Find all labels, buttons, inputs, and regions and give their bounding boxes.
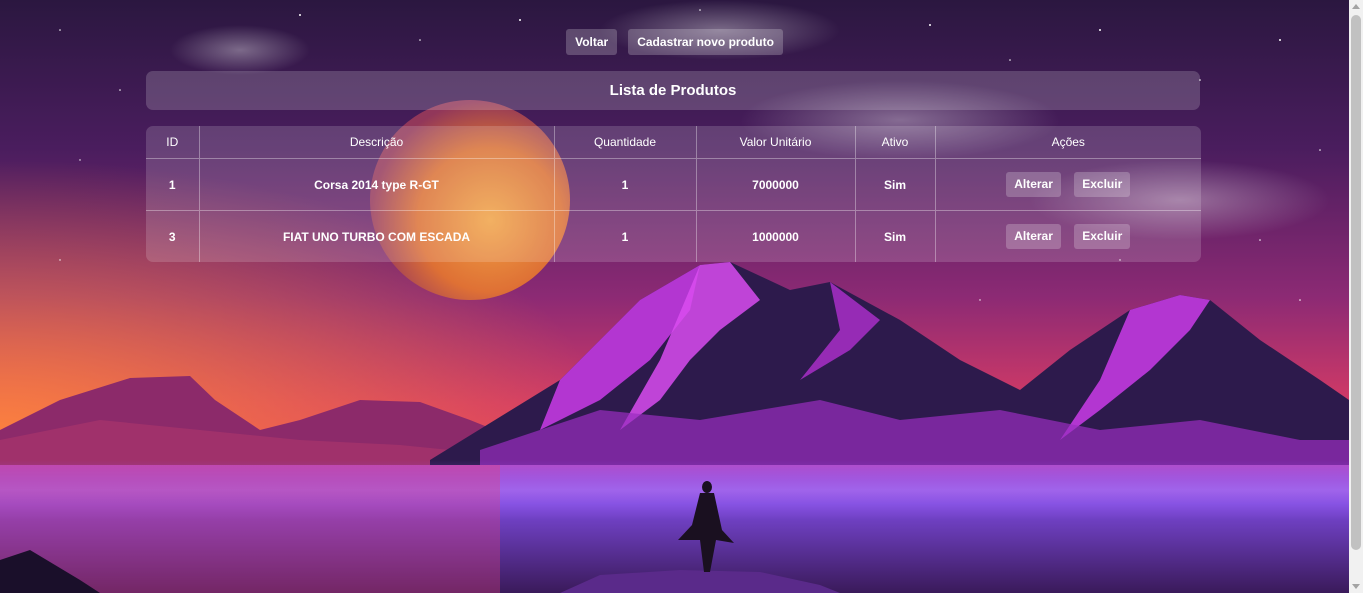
scrollbar-thumb[interactable] [1351,15,1361,550]
top-actions: Voltar Cadastrar novo produto [0,29,1349,55]
table-row: 1 Corsa 2014 type R-GT 1 7000000 Sim Alt… [146,158,1201,211]
cell-description: FIAT UNO TURBO COM ESCADA [198,210,554,262]
column-header-actions: Ações [934,126,1201,159]
cell-active: Sim [854,210,935,262]
cell-id: 3 [168,229,176,244]
scroll-up-arrow-icon[interactable] [1352,4,1360,9]
cell-actions: Alterar Excluir [934,158,1201,211]
scroll-down-arrow-icon[interactable] [1352,584,1360,589]
table-header-row: ID Descrição Quantidade Valor Unitário A… [146,126,1201,159]
back-button[interactable]: Voltar [566,29,618,55]
edit-button[interactable]: Alterar [1006,172,1061,197]
delete-button[interactable]: Excluir [1074,172,1131,197]
cell-active: Sim [854,158,935,211]
page-title-box: Lista de Produtos [146,71,1200,110]
cell-id: 1 [146,158,199,211]
cell-quantity: 1 [553,158,696,211]
cell-description: Corsa 2014 type R-GT [198,158,554,211]
column-header-id: ID [146,126,199,159]
cell-unit-value: 7000000 [695,158,855,211]
column-header-unit-value: Valor Unitário [695,126,855,159]
column-header-quantity: Quantidade [553,126,696,159]
column-header-description: Descrição [198,126,554,159]
new-product-button[interactable]: Cadastrar novo produto [628,29,783,55]
page-title: Lista de Produtos [609,82,737,99]
cell-unit-value: 1000000 [695,210,855,262]
table-row: 3 FIAT UNO TURBO COM ESCADA 1 1000000 Si… [146,210,1201,262]
delete-button[interactable]: Excluir [1074,224,1131,249]
cell-actions: Alterar Excluir [934,210,1201,262]
column-header-active: Ativo [854,126,935,159]
vertical-scrollbar[interactable] [1349,0,1363,593]
products-table-container: ID Descrição Quantidade Valor Unitário A… [146,126,1201,262]
edit-button[interactable]: Alterar [1006,224,1061,249]
cell-quantity: 1 [553,210,696,262]
products-table: ID Descrição Quantidade Valor Unitário A… [146,126,1201,262]
